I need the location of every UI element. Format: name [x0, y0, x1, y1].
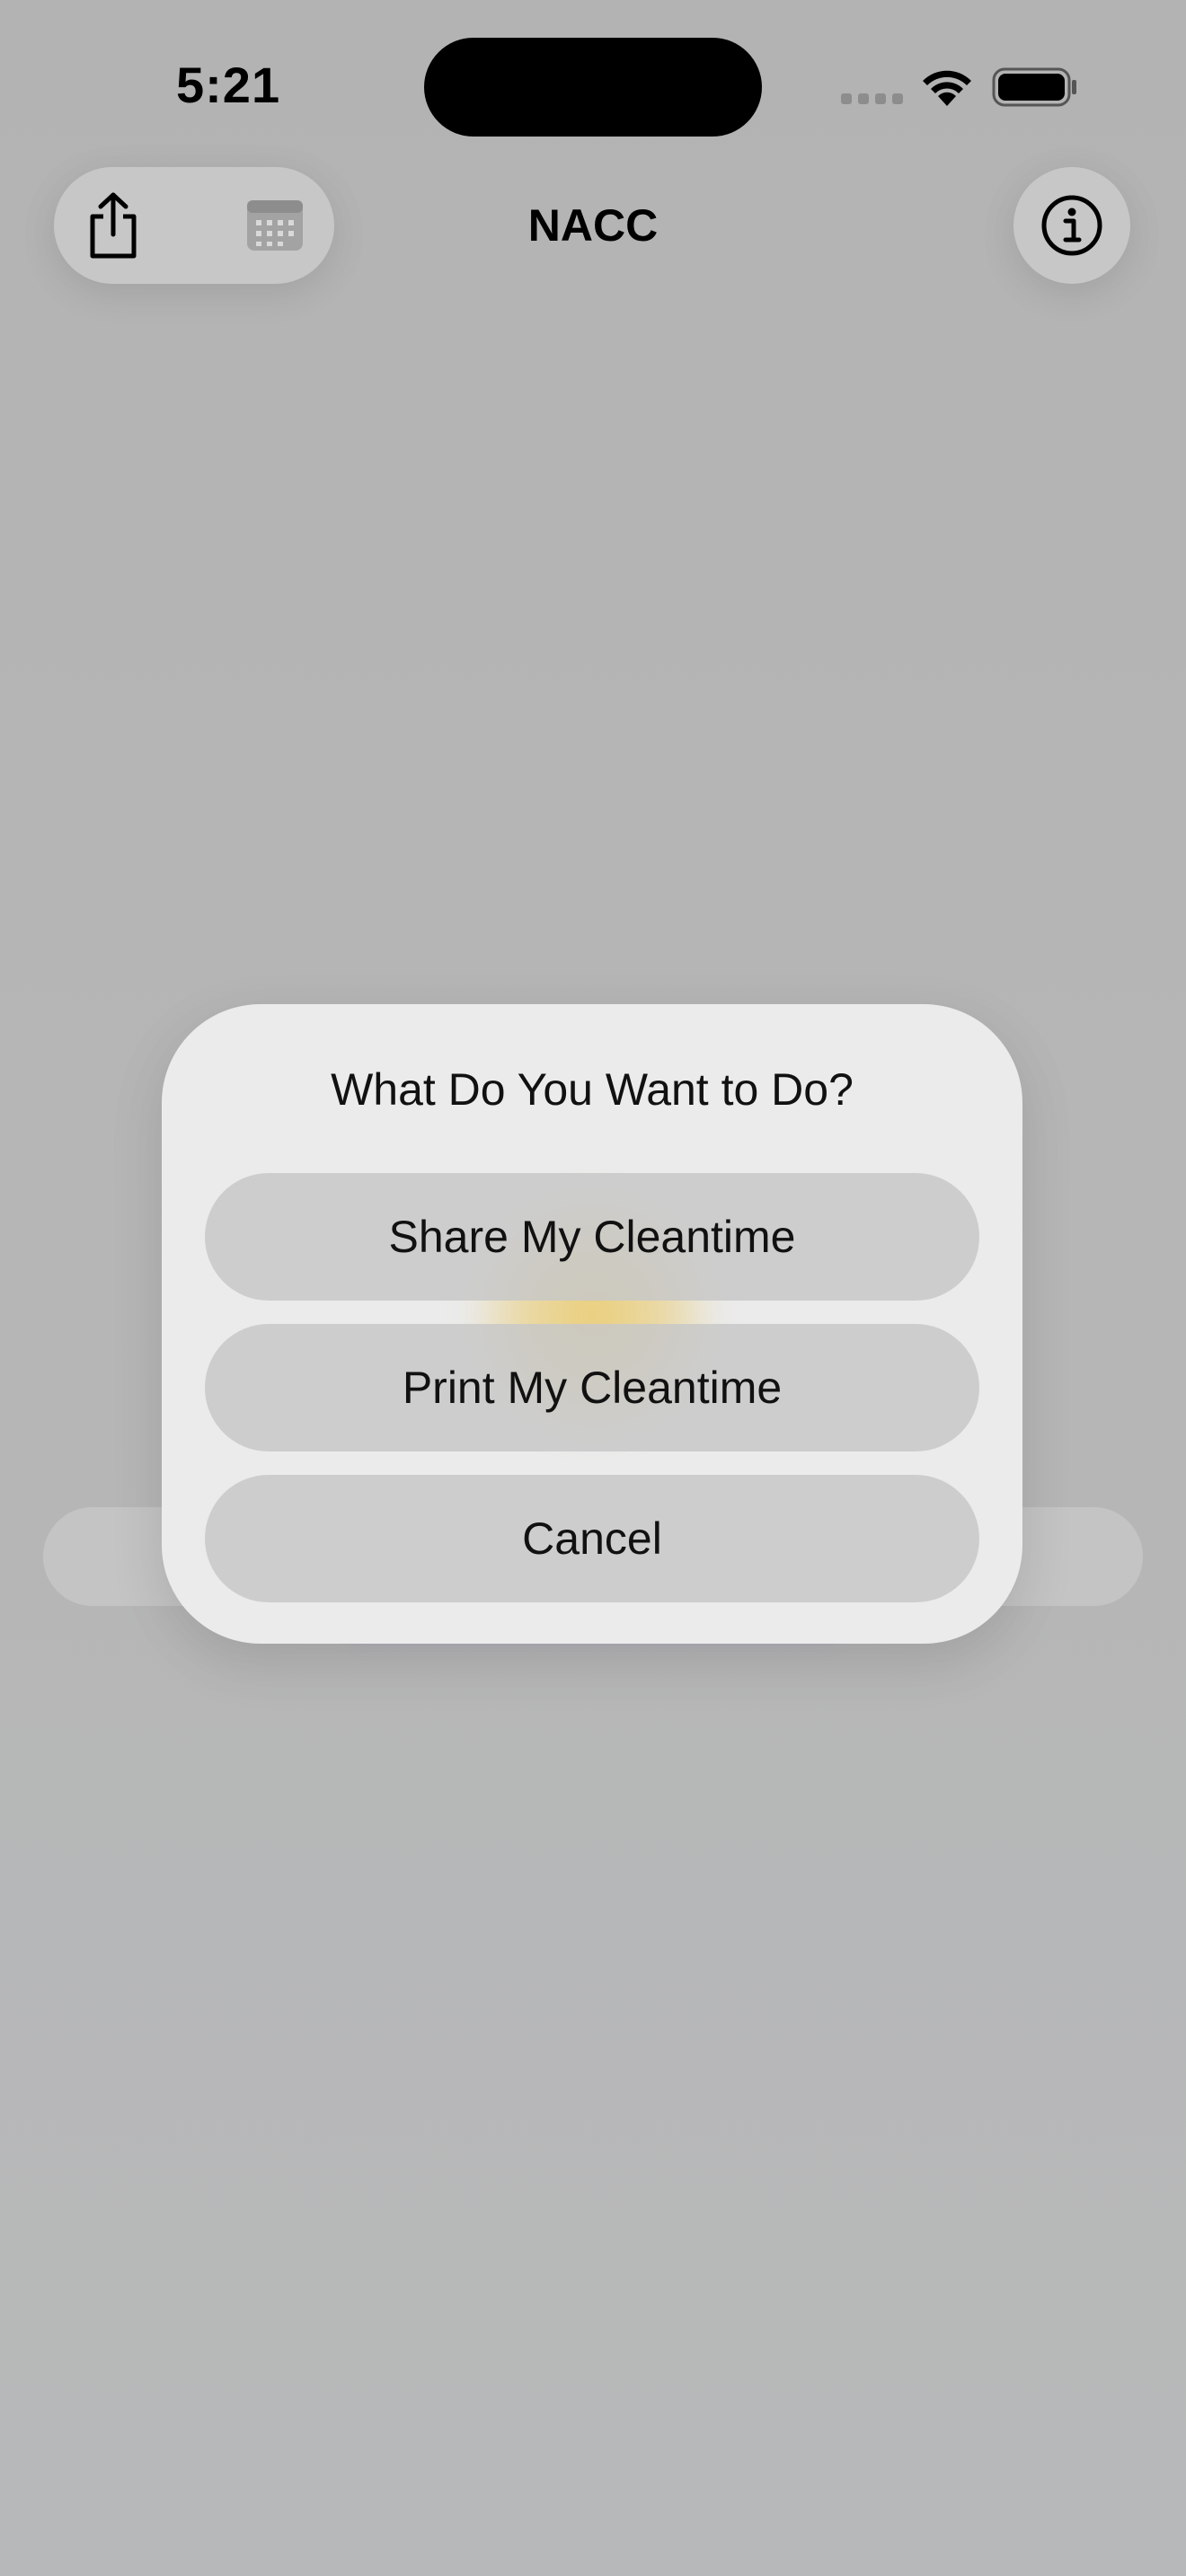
nav-left-button-group — [54, 167, 334, 284]
calendar-button[interactable] — [230, 181, 320, 270]
info-button[interactable] — [1013, 167, 1130, 284]
cellular-signal-icon — [841, 93, 903, 104]
dynamic-island — [424, 38, 762, 137]
page-title: NACC — [527, 200, 659, 251]
share-icon — [90, 192, 137, 259]
alert-title: What Do You Want to Do? — [331, 1064, 854, 1115]
share-cleantime-button[interactable]: Share My Cleantime — [205, 1173, 979, 1301]
status-time: 5:21 — [176, 57, 281, 113]
action-alert: What Do You Want to Do? Share My Cleanti… — [162, 1004, 1022, 1644]
battery-icon — [992, 67, 1076, 107]
wifi-icon — [923, 70, 971, 106]
cancel-button[interactable]: Cancel — [205, 1475, 979, 1602]
info-icon — [1041, 195, 1102, 256]
calendar-icon — [247, 200, 303, 251]
share-button[interactable] — [68, 181, 158, 270]
print-cleantime-button[interactable]: Print My Cleantime — [205, 1324, 979, 1451]
